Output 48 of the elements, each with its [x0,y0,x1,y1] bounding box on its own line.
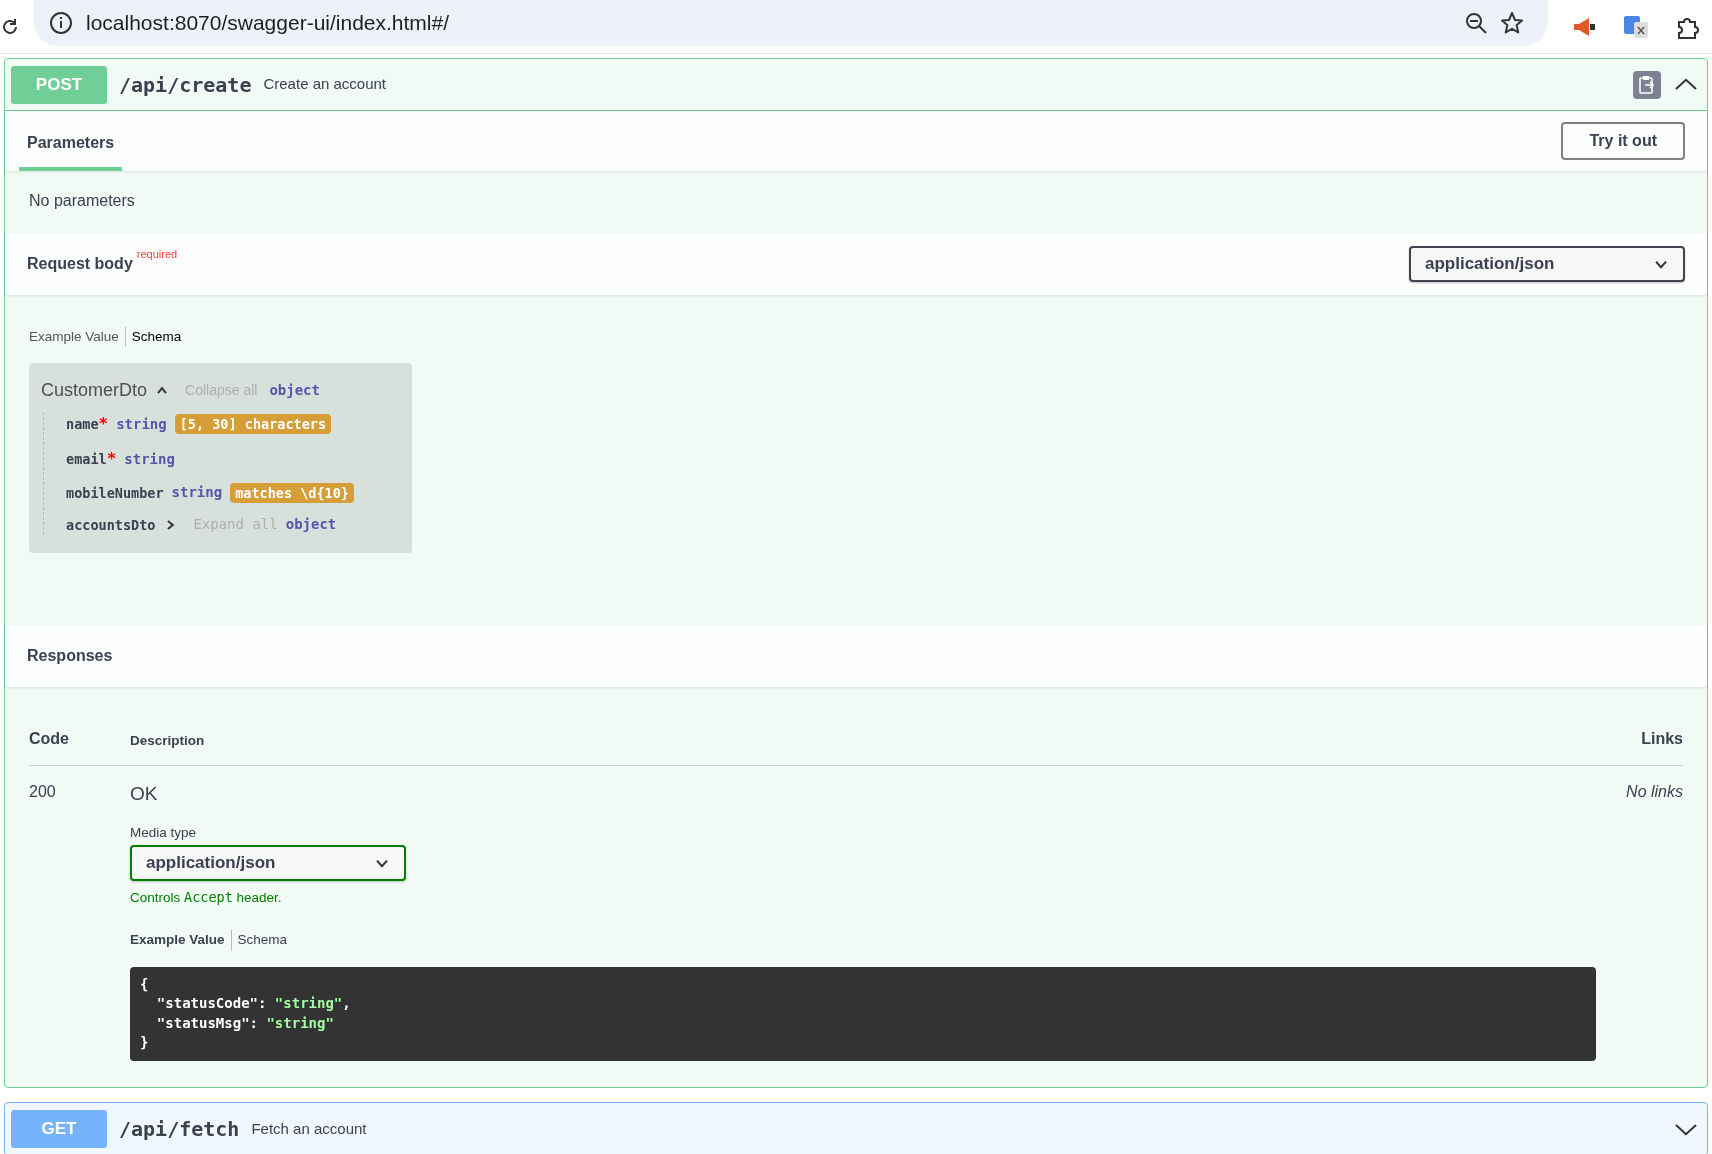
constraint-tag: matches \d{10} [230,482,354,503]
type-label: string [171,483,223,503]
code-block: { "statusCode": "string", "statusMsg": "string" } [130,966,1597,1061]
zoom-icon[interactable] [1464,10,1488,35]
address-bar[interactable]: localhost:8070/swagger-ui/index.html#/ [34,0,1548,46]
response-description: OK [130,782,158,807]
endpoint-summary: Fetch an account [251,1118,368,1139]
media-type-select[interactable]: application/json [1409,246,1685,282]
media-type-label: Media type [130,823,197,842]
model-name[interactable]: CustomerDto [41,377,148,405]
links-cell-text: No links [1626,782,1683,803]
column-header: Description [130,732,206,750]
view-tab[interactable]: Example Value [23,327,125,348]
property-name: name [66,415,99,435]
section-title: Responses [27,646,113,667]
property-name: email [66,450,107,470]
property-name: mobileNumber [66,483,164,503]
endpoint-path: /api/fetch [119,1115,240,1143]
no-parameters-text: No parameters [29,192,135,209]
view-tab[interactable]: Schema [230,930,294,951]
required-mark: * [106,448,117,471]
endpoint-path: /api/create [119,71,252,99]
endpoint-summary: Create an account [263,74,388,95]
required-label: required [136,247,178,262]
method-badge: GET [11,1109,107,1148]
media-type-select[interactable]: application/json [130,845,406,881]
try-it-out-button[interactable]: Try it out [1561,122,1685,160]
url-text: localhost:8070/swagger-ui/index.html#/ [86,9,451,36]
type-label: string [124,449,175,469]
constraint-tag: [5, 30] characters [174,414,332,435]
type-label: object [285,515,337,535]
response-code: 200 [29,782,57,803]
required-mark: * [98,413,109,436]
section-tab[interactable]: Parameters [19,117,123,171]
view-tab[interactable]: Schema [124,327,188,348]
column-header: Code [29,729,70,750]
type-label: object [269,381,320,401]
method-badge: POST [11,65,107,104]
section-title: Request body [27,254,133,274]
info-icon[interactable] [48,9,74,36]
controls-note: Controls Accept header. [130,888,282,907]
column-header: Links [1641,729,1683,750]
reload-icon[interactable] [0,16,20,37]
clipboard-icon[interactable] [1633,70,1661,99]
type-label: string [116,414,167,434]
star-icon[interactable] [1500,10,1524,35]
property-name: accountsDto [66,515,156,535]
view-tab[interactable]: Example Value [124,930,231,951]
